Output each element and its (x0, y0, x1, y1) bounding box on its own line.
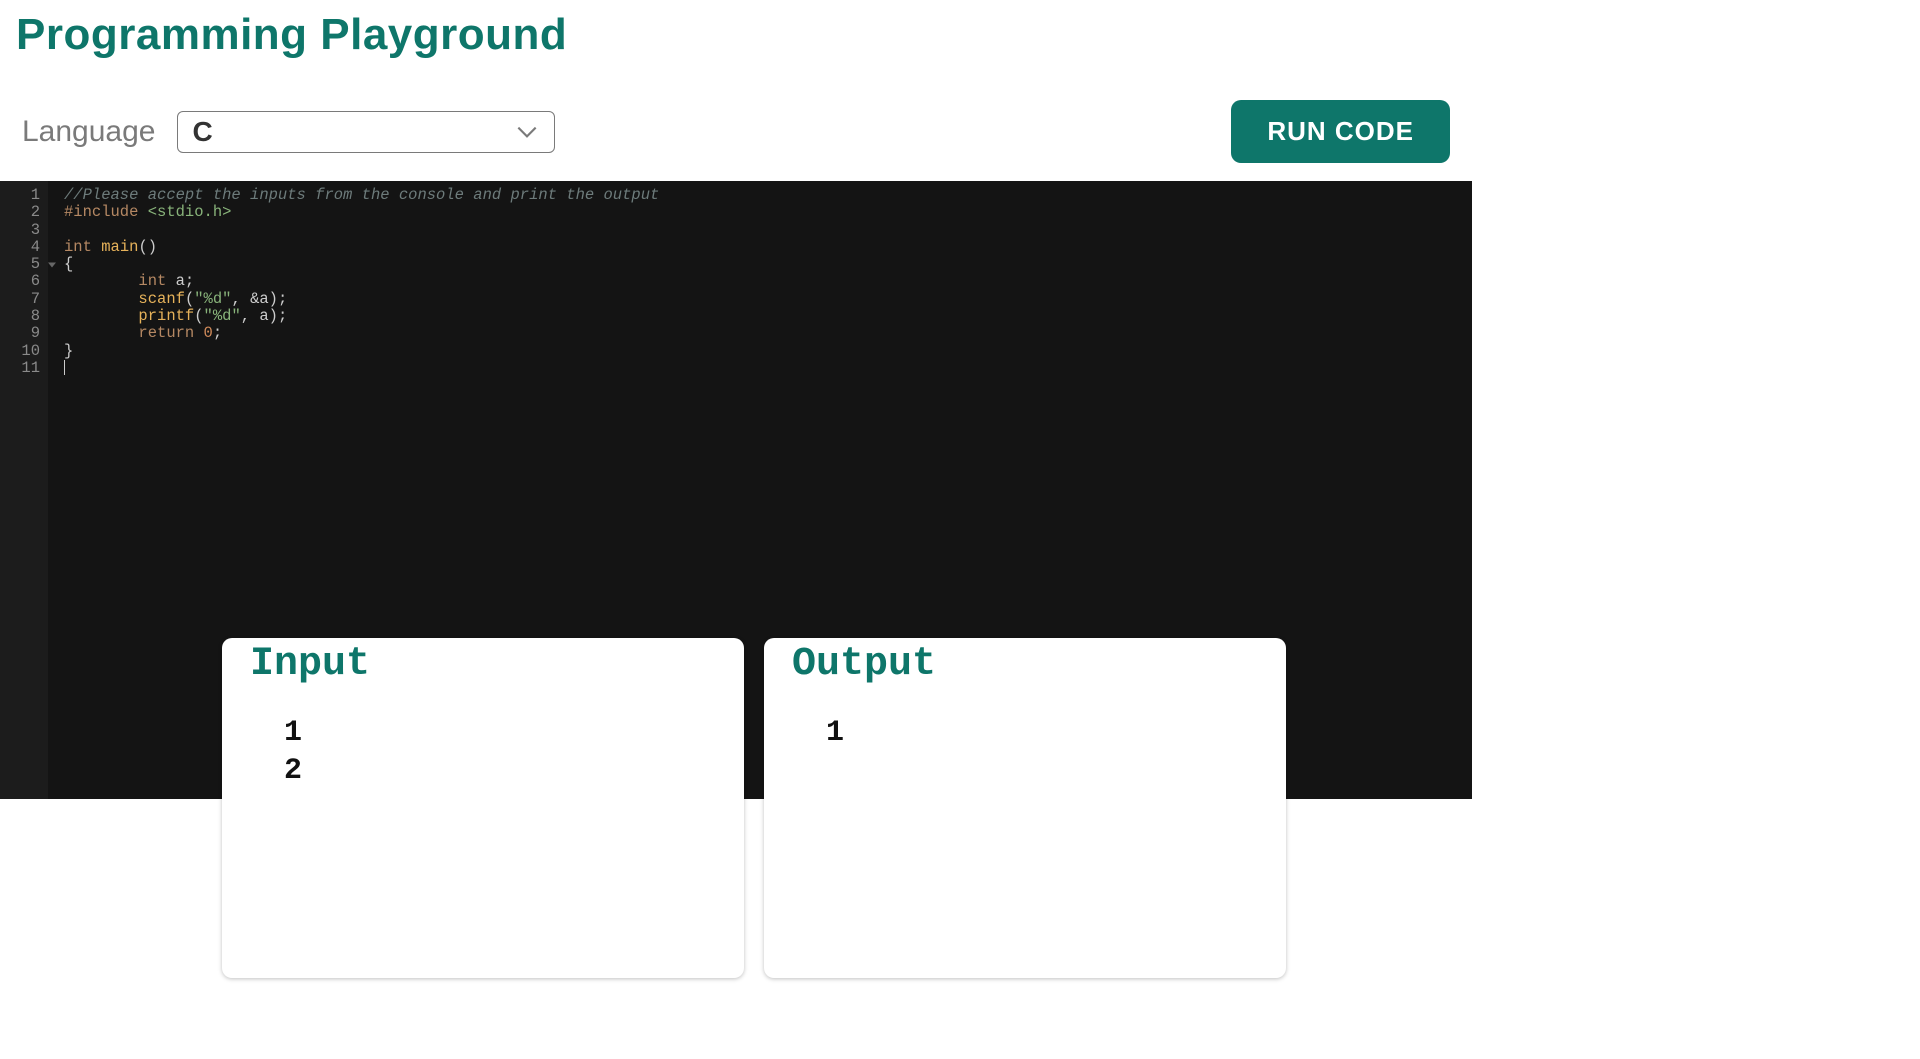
line-number: 3 (0, 222, 48, 239)
io-panels: Input 1 2 Output 1 (222, 638, 1286, 978)
code-line[interactable]: return 0; (64, 325, 659, 342)
editor-code[interactable]: //Please accept the inputs from the cons… (48, 181, 659, 378)
page-title: Programming Playground (0, 0, 1472, 70)
language-label: Language (22, 115, 155, 149)
language-value: C (192, 116, 212, 148)
chevron-down-icon (514, 119, 540, 145)
line-number: 1 (0, 187, 48, 204)
run-code-button[interactable]: RUN CODE (1231, 100, 1450, 163)
code-line[interactable]: #include <stdio.h> (64, 204, 659, 221)
line-number: 6 (0, 273, 48, 290)
code-editor[interactable]: 1234567891011 //Please accept the inputs… (0, 181, 1472, 799)
code-line[interactable]: scanf("%d", &a); (64, 291, 659, 308)
line-number: 9 (0, 325, 48, 342)
editor-gutter: 1234567891011 (0, 181, 48, 799)
output-title: Output (792, 656, 1258, 673)
code-line[interactable]: { (64, 256, 659, 273)
line-number: 7 (0, 291, 48, 308)
output-card: Output 1 (764, 638, 1286, 978)
editor-cursor (64, 360, 65, 375)
input-title: Input (250, 656, 716, 673)
code-line[interactable]: printf("%d", a); (64, 308, 659, 325)
code-line[interactable] (64, 360, 659, 378)
code-line[interactable]: int a; (64, 273, 659, 290)
input-card: Input 1 2 (222, 638, 744, 978)
language-select[interactable]: C (177, 111, 555, 153)
toolbar: Language C RUN CODE (0, 70, 1472, 181)
code-line[interactable] (64, 222, 659, 239)
line-number: 11 (0, 360, 48, 377)
line-number: 4 (0, 239, 48, 256)
code-line[interactable]: int main() (64, 239, 659, 256)
code-line[interactable]: } (64, 343, 659, 360)
language-group: Language C (22, 111, 555, 153)
input-body[interactable]: 1 2 (250, 673, 716, 790)
line-number: 2 (0, 204, 48, 221)
code-line[interactable]: //Please accept the inputs from the cons… (64, 187, 659, 204)
line-number: 10 (0, 343, 48, 360)
line-number: 5 (0, 256, 48, 273)
line-number: 8 (0, 308, 48, 325)
